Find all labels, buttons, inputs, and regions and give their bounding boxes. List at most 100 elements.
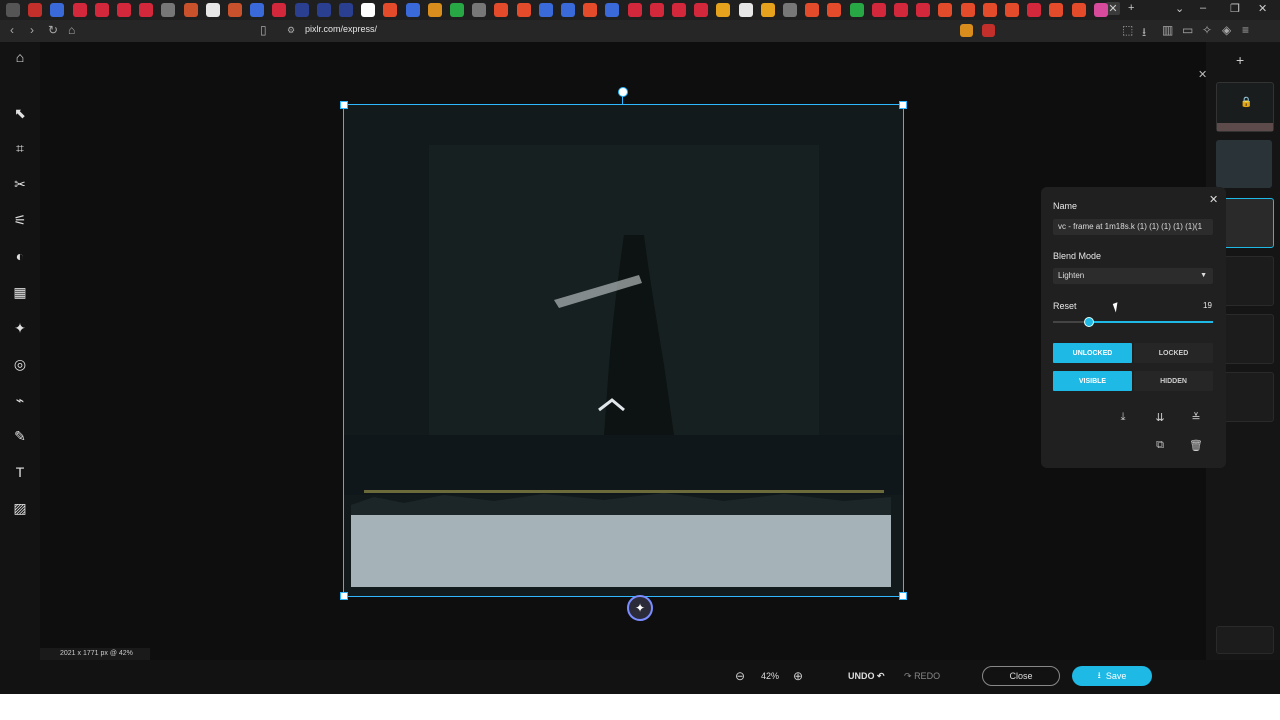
browser-tab-favicon[interactable] (672, 3, 686, 17)
close-panel-icon[interactable]: ✕ (1209, 193, 1218, 206)
hidden-button[interactable]: HIDDEN (1134, 371, 1213, 391)
active-tab-close-icon[interactable]: ✕ (1106, 2, 1120, 15)
browser-tab-favicon[interactable] (405, 3, 420, 17)
arrange-icon[interactable]: ⬉ (9, 102, 31, 124)
window-close-icon[interactable]: ✕ (1258, 2, 1267, 15)
browser-tab-favicon[interactable] (494, 3, 509, 17)
browser-tab-favicon[interactable] (28, 3, 43, 17)
browser-tab-favicon[interactable] (1005, 3, 1019, 17)
zoom-level[interactable]: 42% (761, 671, 779, 681)
browser-tab-favicon[interactable] (205, 3, 220, 17)
redo-button[interactable]: ↷ REDO (904, 671, 940, 682)
browser-tab-favicon[interactable] (383, 3, 398, 17)
browser-tab-favicon[interactable] (716, 3, 731, 17)
visible-button[interactable]: VISIBLE (1053, 371, 1132, 391)
rewards-icon[interactable] (982, 24, 995, 37)
browser-tab-favicon[interactable] (228, 3, 242, 17)
browser-tab-favicon[interactable] (805, 3, 820, 17)
browser-tab-favicon[interactable] (783, 3, 797, 17)
extensions-icon[interactable]: ⬚ (1122, 23, 1133, 37)
resize-handle-top-right[interactable] (899, 101, 907, 109)
browser-tab-favicon[interactable] (938, 3, 953, 17)
text-icon[interactable]: T (9, 461, 31, 483)
browser-tab-favicon[interactable] (72, 3, 87, 17)
merge-icon[interactable]: ⇊ (1149, 407, 1171, 427)
resize-handle-bottom-left[interactable] (340, 592, 348, 600)
browser-tab-favicon[interactable] (316, 3, 331, 17)
site-settings-icon[interactable]: ⚙ (287, 25, 295, 36)
layer-thumb-background[interactable] (1216, 626, 1274, 654)
close-button[interactable]: Close (982, 666, 1060, 686)
duplicate-icon[interactable]: ⧉ (1149, 435, 1171, 455)
menu-icon[interactable]: ≡ (1242, 23, 1249, 37)
minimize-icon[interactable]: – (1200, 2, 1206, 14)
browser-tab-favicon[interactable] (827, 3, 842, 17)
draw-icon[interactable]: ✎ (9, 425, 31, 447)
browser-tab-favicon[interactable] (94, 3, 109, 17)
opacity-slider-knob[interactable] (1084, 317, 1094, 327)
cutout-icon[interactable]: ✂ (9, 173, 31, 195)
new-tab-icon[interactable]: + (1128, 2, 1134, 14)
browser-tab-favicon[interactable] (1049, 3, 1064, 17)
browser-tab-favicon[interactable] (982, 3, 997, 17)
brave-shield-icon[interactable] (960, 24, 973, 37)
leo-icon[interactable]: ✧ (1202, 23, 1212, 37)
home-icon[interactable]: ⌂ (9, 46, 31, 68)
tab-list-icon[interactable]: ⌄ (1175, 2, 1184, 15)
healing-icon[interactable]: ⌁ (9, 389, 31, 411)
home-browser-icon[interactable]: ⌂ (68, 23, 75, 37)
reload-icon[interactable]: ↻ (48, 23, 58, 37)
browser-tab-favicon[interactable] (183, 3, 198, 17)
browser-tab-favicon[interactable] (538, 3, 553, 17)
back-icon[interactable]: ‹ (10, 23, 14, 37)
browser-tab-favicon[interactable] (161, 3, 176, 17)
browser-tab-favicon[interactable] (760, 3, 775, 17)
liquify-icon[interactable]: ◎ (9, 353, 31, 375)
browser-tab-favicon[interactable] (117, 3, 131, 17)
close-layers-icon[interactable]: ✕ (1198, 68, 1207, 81)
browser-tab-favicon[interactable] (605, 3, 620, 17)
layer-name-input[interactable]: vc - frame at 1m18s.k (1) (1) (1) (1) (1… (1053, 219, 1213, 235)
crop-icon[interactable]: ⌗ (9, 137, 31, 159)
unlocked-button[interactable]: UNLOCKED (1053, 343, 1132, 363)
browser-tab-favicon[interactable] (1027, 3, 1042, 17)
layer-thumb-2[interactable] (1216, 140, 1272, 188)
wallet-icon[interactable]: ▭ (1182, 23, 1193, 37)
resize-handle-top-left[interactable] (340, 101, 348, 109)
browser-tab-favicon[interactable] (649, 3, 664, 17)
undo-button[interactable]: UNDO ↶ (848, 671, 885, 682)
browser-tab-favicon[interactable] (738, 3, 753, 17)
browser-tab-favicon[interactable] (250, 3, 265, 17)
save-button[interactable]: ⭳ Save (1072, 666, 1152, 686)
browser-tab-favicon[interactable] (694, 3, 709, 17)
zoom-out-icon[interactable]: ⊖ (735, 669, 745, 683)
url-text[interactable]: pixlr.com/express/ (305, 24, 377, 34)
browser-tab-favicon[interactable] (50, 3, 65, 17)
rotate-handle[interactable] (618, 87, 628, 97)
resize-handle-bottom-right[interactable] (899, 592, 907, 600)
browser-tab-favicon[interactable] (294, 3, 309, 17)
zoom-in-icon[interactable]: ⊕ (793, 669, 803, 683)
selection-frame[interactable] (343, 104, 904, 597)
download-icon[interactable]: ⭳ (1142, 23, 1146, 44)
browser-tab-favicon[interactable] (6, 3, 20, 17)
browser-tab-favicon[interactable] (849, 3, 864, 17)
browser-tab-favicon[interactable] (583, 3, 598, 17)
maximize-icon[interactable]: ❐ (1230, 2, 1240, 15)
browser-tab-favicon[interactable] (516, 3, 531, 17)
browser-tab-favicon[interactable] (1071, 3, 1086, 17)
adjust-icon[interactable]: ⚟ (9, 209, 31, 231)
flatten-icon[interactable]: ≚ (1185, 407, 1207, 427)
move-down-icon[interactable]: ⤓ (1112, 407, 1134, 427)
browser-tab-favicon[interactable] (427, 3, 442, 17)
browser-tab-favicon[interactable] (871, 3, 886, 17)
effect-icon[interactable]: ▦ (9, 281, 31, 303)
browser-tab-favicon[interactable] (339, 3, 353, 17)
reset-label[interactable]: Reset (1053, 301, 1077, 311)
browser-tab-favicon[interactable] (472, 3, 487, 17)
browser-tab-favicon[interactable] (139, 3, 154, 17)
browser-tab-favicon[interactable] (894, 3, 908, 17)
vpn-icon[interactable]: ◈ (1222, 23, 1231, 37)
forward-icon[interactable]: › (30, 23, 34, 37)
browser-tab-favicon[interactable] (361, 3, 376, 17)
